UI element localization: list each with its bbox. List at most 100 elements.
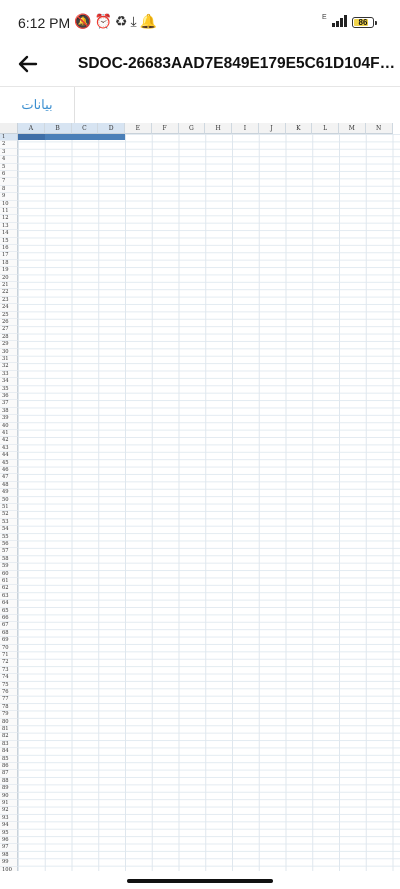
row-header[interactable]: 49 (0, 489, 18, 497)
row-header[interactable]: 97 (0, 844, 18, 852)
row-header[interactable]: 37 (0, 400, 18, 408)
row-header[interactable]: 7 (0, 178, 18, 186)
row-header[interactable]: 92 (0, 807, 18, 815)
column-header-b[interactable]: B (44, 123, 72, 134)
home-gesture-bar[interactable] (127, 879, 273, 883)
row-header[interactable]: 75 (0, 681, 18, 689)
row-header[interactable]: 71 (0, 652, 18, 660)
row-header[interactable]: 74 (0, 674, 18, 682)
row-header[interactable]: 43 (0, 444, 18, 453)
row-header[interactable]: 53 (0, 518, 18, 527)
column-header-h[interactable]: H (205, 123, 232, 134)
row-header[interactable]: 99 (0, 859, 18, 867)
row-header[interactable]: 17 (0, 252, 18, 260)
row-header[interactable]: 90 (0, 792, 18, 800)
row-header[interactable]: 20 (0, 274, 18, 282)
row-header[interactable]: 36 (0, 393, 18, 401)
row-header[interactable]: 56 (0, 541, 18, 549)
row-header[interactable]: 14 (0, 230, 18, 238)
row-header[interactable]: 40 (0, 422, 18, 430)
row-header[interactable]: 82 (0, 733, 18, 741)
row-header[interactable]: 72 (0, 659, 18, 667)
row-header[interactable]: 46 (0, 467, 18, 475)
row-header[interactable]: 55 (0, 533, 18, 541)
row-header[interactable]: 63 (0, 592, 18, 601)
row-header[interactable]: 52 (0, 511, 18, 519)
column-header-m[interactable]: M (339, 123, 366, 134)
row-header[interactable]: 26 (0, 319, 18, 327)
column-header-k[interactable]: K (285, 123, 313, 134)
row-header[interactable]: 24 (0, 304, 18, 312)
row-header[interactable]: 31 (0, 356, 18, 364)
row-header[interactable]: 27 (0, 326, 18, 334)
row-header[interactable]: 88 (0, 777, 18, 786)
row-header[interactable]: 35 (0, 385, 18, 393)
row-header[interactable]: 67 (0, 622, 18, 630)
row-header[interactable]: 25 (0, 311, 18, 319)
back-button[interactable] (14, 50, 42, 78)
column-header-c[interactable]: C (71, 123, 99, 134)
active-cell[interactable] (18, 134, 45, 140)
row-header[interactable]: 10 (0, 200, 18, 208)
row-header[interactable]: 73 (0, 666, 18, 675)
row-header[interactable]: 42 (0, 437, 18, 445)
row-header[interactable]: 93 (0, 814, 18, 823)
row-header[interactable]: 5 (0, 163, 18, 171)
row-header[interactable]: 61 (0, 578, 18, 586)
row-header[interactable]: 33 (0, 370, 18, 379)
row-header[interactable]: 77 (0, 696, 18, 704)
row-header[interactable]: 87 (0, 770, 18, 778)
row-header[interactable]: 19 (0, 267, 18, 275)
row-header[interactable]: 91 (0, 800, 18, 808)
row-header[interactable]: 18 (0, 259, 18, 268)
row-header[interactable]: 81 (0, 726, 18, 734)
row-header[interactable]: 47 (0, 474, 18, 482)
row-header[interactable]: 34 (0, 378, 18, 386)
row-header[interactable]: 68 (0, 629, 18, 638)
row-header[interactable]: 66 (0, 615, 18, 623)
row-header[interactable]: 60 (0, 570, 18, 578)
row-header[interactable]: 89 (0, 785, 18, 793)
row-header[interactable]: 45 (0, 459, 18, 467)
row-header[interactable]: 32 (0, 363, 18, 371)
row-header[interactable]: 28 (0, 333, 18, 342)
column-header-i[interactable]: I (232, 123, 259, 134)
spreadsheet-grid[interactable]: ABCDEFGHIJKLMN 1 2 3 4 5 6 7 8 9 10 11 12 13 14 15 16 17… (0, 123, 400, 871)
row-header[interactable]: 79 (0, 711, 18, 719)
row-header[interactable]: 41 (0, 430, 18, 438)
row-header[interactable]: 70 (0, 644, 18, 652)
row-header[interactable]: 3 (0, 148, 18, 157)
column-header-g[interactable]: G (178, 123, 206, 134)
column-header-e[interactable]: E (125, 123, 152, 134)
row-header[interactable]: 8 (0, 185, 18, 194)
column-header-j[interactable]: J (258, 123, 286, 134)
row-header[interactable]: 21 (0, 282, 18, 290)
row-header[interactable]: 98 (0, 851, 18, 860)
row-header[interactable]: 80 (0, 718, 18, 726)
row-header[interactable]: 22 (0, 289, 18, 297)
row-header[interactable]: 94 (0, 822, 18, 830)
row-header[interactable]: 85 (0, 755, 18, 763)
row-header[interactable]: 12 (0, 215, 18, 223)
row-header[interactable]: 58 (0, 555, 18, 564)
row-header[interactable]: 76 (0, 689, 18, 697)
row-header[interactable]: 54 (0, 526, 18, 534)
row-header[interactable]: 65 (0, 607, 18, 615)
row-header[interactable]: 39 (0, 415, 18, 423)
row-header[interactable]: 4 (0, 156, 18, 164)
row-header[interactable]: 9 (0, 193, 18, 201)
row-header[interactable]: 95 (0, 829, 18, 837)
column-header-n[interactable]: N (365, 123, 393, 134)
row-header[interactable]: 6 (0, 171, 18, 179)
column-header-l[interactable]: L (312, 123, 339, 134)
column-header-f[interactable]: F (151, 123, 179, 134)
row-header[interactable]: 62 (0, 585, 18, 593)
row-header[interactable]: 16 (0, 245, 18, 253)
row-header[interactable]: 69 (0, 637, 18, 645)
row-header[interactable]: 86 (0, 763, 18, 771)
row-header[interactable]: 51 (0, 504, 18, 512)
row-header[interactable]: 11 (0, 208, 18, 216)
row-header[interactable]: 83 (0, 740, 18, 749)
row-header[interactable]: 15 (0, 237, 18, 245)
row-header[interactable]: 38 (0, 407, 18, 416)
